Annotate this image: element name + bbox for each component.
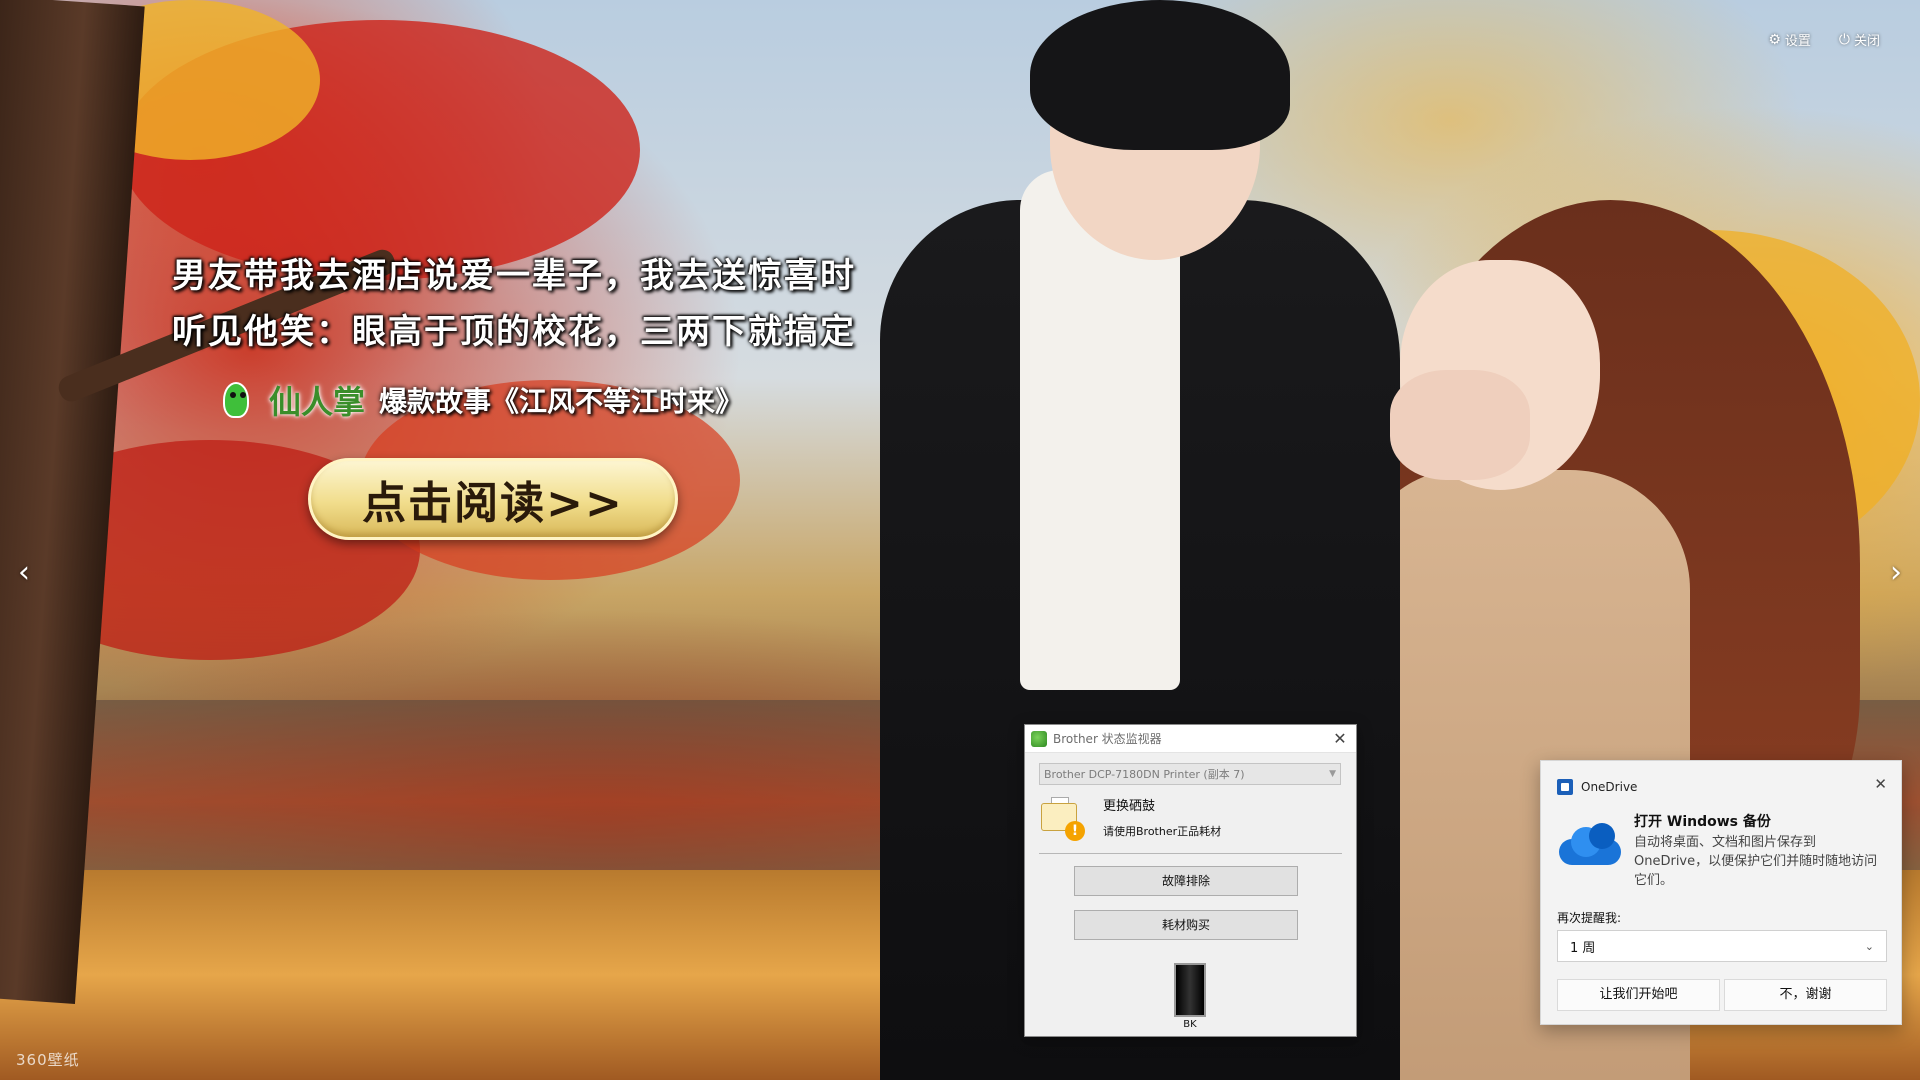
close-icon[interactable]: ✕ <box>1874 775 1887 793</box>
printer-status-subtext: 请使用Brother正品耗材 <box>1103 825 1222 838</box>
ad-read-button[interactable]: 点击阅读>> <box>308 458 678 540</box>
close-label: 关闭 <box>1853 34 1880 49</box>
toast-body: 自动将桌面、文档和图片保存到 OneDrive，以便保护它们并随时随地访问它们。 <box>1634 835 1878 888</box>
ad-brand-name: 仙人掌 <box>269 383 366 421</box>
toner-level-bar <box>1174 963 1206 1017</box>
brother-window-title: Brother 状态监视器 <box>1053 732 1162 746</box>
printer-select-value: Brother DCP-7180DN Printer (副本 7) <box>1044 768 1245 781</box>
close-wallpaper-button[interactable]: ⏻ 关闭 <box>1838 30 1880 50</box>
prev-wallpaper-arrow[interactable]: ‹ <box>18 555 30 590</box>
toast-app-name: OneDrive <box>1581 780 1638 794</box>
brother-divider <box>1039 853 1342 854</box>
no-thanks-button[interactable]: 不，谢谢 <box>1724 979 1887 1011</box>
power-icon: ⏻ <box>1838 31 1850 48</box>
troubleshoot-button[interactable]: 故障排除 <box>1074 866 1298 896</box>
remind-label: 再次提醒我: <box>1557 911 1622 925</box>
ad-story-title: 爆款故事《江风不等江时来》 <box>379 385 744 418</box>
onedrive-cloud-icon <box>1559 823 1621 865</box>
buy-supplies-button[interactable]: 耗材购买 <box>1074 910 1298 940</box>
settings-button[interactable]: ⚙ 设置 <box>1768 30 1811 50</box>
toast-header: OneDrive <box>1557 779 1637 795</box>
onedrive-toast: OneDrive ✕ 打开 Windows 备份 自动将桌面、文档和图片保存到 … <box>1540 760 1902 1025</box>
wallpaper-man-hair <box>1030 0 1290 150</box>
wallpaper-watermark: 360壁纸 <box>16 1051 80 1069</box>
close-icon[interactable]: ✕ <box>1330 729 1350 748</box>
get-started-button[interactable]: 让我们开始吧 <box>1557 979 1720 1011</box>
ad-headline-line2[interactable]: 听见他笑：眼高于顶的校花，三两下就搞定 <box>172 304 892 353</box>
toner-label: BK <box>1183 1019 1197 1030</box>
printer-warning-icon: ! <box>1039 795 1085 841</box>
ad-brand-row[interactable]: 仙人掌 爆款故事《江风不等江时来》 <box>215 378 743 422</box>
remind-interval-value: 1 周 <box>1570 940 1596 956</box>
printer-status-text: 更换硒鼓 <box>1103 799 1156 814</box>
chevron-down-icon: ▼ <box>1329 769 1336 779</box>
onedrive-app-icon <box>1557 779 1573 795</box>
next-wallpaper-arrow[interactable]: › <box>1890 555 1902 590</box>
brother-titlebar[interactable]: Brother 状态监视器 ✕ <box>1025 725 1356 753</box>
wallpaper-top-controls: ⚙ 设置 ⏻ 关闭 <box>1768 30 1880 50</box>
brother-app-icon <box>1031 730 1047 747</box>
remind-interval-select[interactable]: 1 周 ⌄ <box>1557 930 1887 962</box>
gear-icon: ⚙ <box>1768 31 1781 48</box>
brother-status-monitor-window: Brother 状态监视器 ✕ Brother DCP-7180DN Print… <box>1024 724 1357 1037</box>
chevron-down-icon: ⌄ <box>1864 939 1874 953</box>
ad-headline-line1[interactable]: 男友带我去酒店说爱一辈子，我去送惊喜时 <box>172 248 892 297</box>
toast-title: 打开 Windows 备份 <box>1634 814 1771 830</box>
settings-label: 设置 <box>1784 34 1811 49</box>
wallpaper-hand <box>1390 370 1530 480</box>
printer-select-dropdown[interactable]: Brother DCP-7180DN Printer (副本 7) ▼ <box>1039 763 1341 785</box>
cactus-icon <box>215 378 255 422</box>
